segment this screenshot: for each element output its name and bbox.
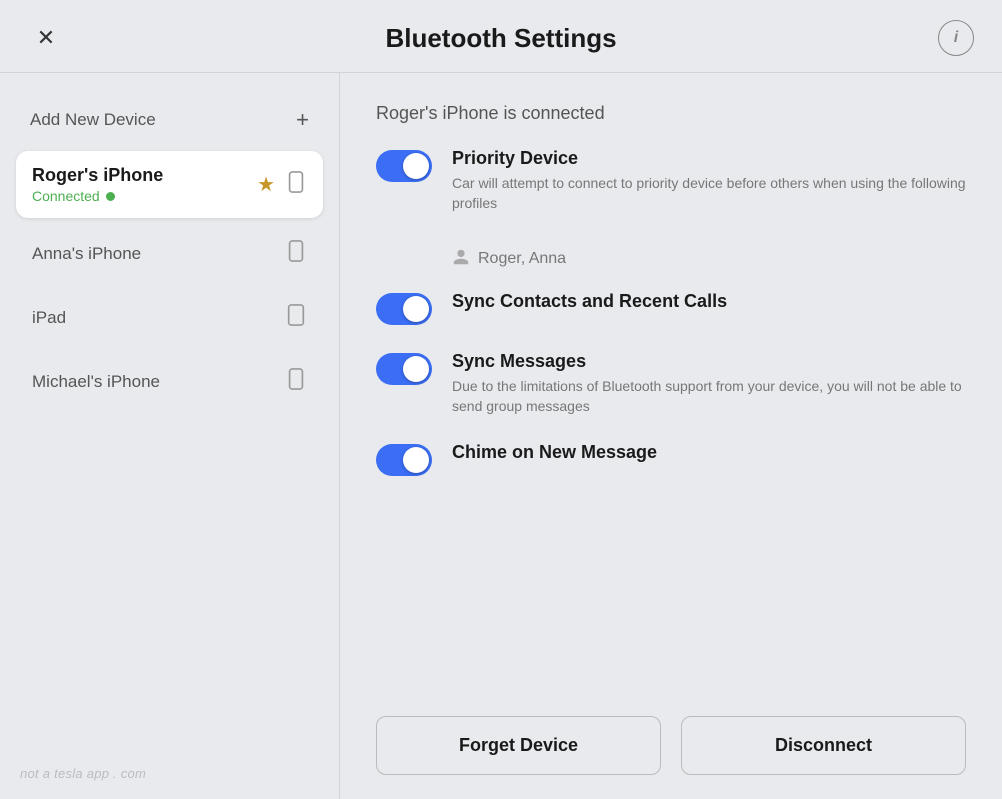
device-item-rogers-iphone[interactable]: Roger's iPhone Connected ★	[16, 151, 323, 218]
device-name: Michael's iPhone	[32, 372, 160, 392]
sync-contacts-title: Sync Contacts and Recent Calls	[452, 291, 966, 312]
sync-messages-title: Sync Messages	[452, 351, 966, 372]
add-device-label: Add New Device	[30, 110, 156, 130]
profile-row: Roger, Anna	[376, 248, 966, 271]
priority-device-desc: Car will attempt to connect to priority …	[452, 173, 966, 214]
priority-device-title: Priority Device	[452, 148, 966, 169]
phone-icon	[285, 240, 307, 268]
header: ✕ Bluetooth Settings i	[0, 0, 1002, 73]
device-item-ipad[interactable]: iPad	[16, 290, 323, 346]
phone-icon	[285, 171, 307, 199]
main-content: Add New Device + Roger's iPhone Connecte…	[0, 73, 1002, 799]
status-dot-icon	[106, 192, 115, 201]
sync-messages-desc: Due to the limitations of Bluetooth supp…	[452, 376, 966, 417]
close-icon: ✕	[37, 25, 55, 51]
profile-names: Roger, Anna	[478, 250, 566, 268]
watermark: not a tesla app . com	[20, 766, 146, 781]
sync-contacts-setting: Sync Contacts and Recent Calls	[376, 291, 966, 325]
sync-messages-setting: Sync Messages Due to the limitations of …	[376, 351, 966, 417]
sync-messages-toggle[interactable]	[376, 353, 432, 385]
chime-toggle[interactable]	[376, 444, 432, 476]
disconnect-button[interactable]: Disconnect	[681, 716, 966, 775]
phone-icon	[285, 368, 307, 396]
forget-device-button[interactable]: Forget Device	[376, 716, 661, 775]
sync-contacts-toggle[interactable]	[376, 293, 432, 325]
chime-setting: Chime on New Message	[376, 442, 966, 476]
page-title: Bluetooth Settings	[385, 23, 616, 54]
device-name: iPad	[32, 308, 66, 328]
device-item-michaels-iphone[interactable]: Michael's iPhone	[16, 354, 323, 410]
tablet-icon	[285, 304, 307, 332]
close-button[interactable]: ✕	[28, 20, 64, 56]
device-status-text: Connected	[32, 188, 100, 204]
bottom-actions: Forget Device Disconnect	[376, 696, 966, 775]
device-item-annas-iphone[interactable]: Anna's iPhone	[16, 226, 323, 282]
info-icon: i	[954, 29, 958, 47]
star-icon: ★	[257, 172, 275, 197]
add-device-row[interactable]: Add New Device +	[16, 97, 323, 143]
device-status: Connected	[32, 188, 163, 204]
bluetooth-settings-modal: ✕ Bluetooth Settings i Add New Device + …	[0, 0, 1002, 799]
device-name: Anna's iPhone	[32, 244, 141, 264]
person-icon	[452, 248, 470, 271]
chime-title: Chime on New Message	[452, 442, 966, 463]
info-button[interactable]: i	[938, 20, 974, 56]
connected-status-label: Roger's iPhone is connected	[376, 103, 966, 124]
device-name: Roger's iPhone	[32, 165, 163, 186]
priority-device-toggle[interactable]	[376, 150, 432, 182]
device-settings-panel: Roger's iPhone is connected Priority Dev…	[340, 73, 1002, 799]
add-icon: +	[296, 107, 309, 133]
priority-device-setting: Priority Device Car will attempt to conn…	[376, 148, 966, 214]
device-list-panel: Add New Device + Roger's iPhone Connecte…	[0, 73, 340, 799]
